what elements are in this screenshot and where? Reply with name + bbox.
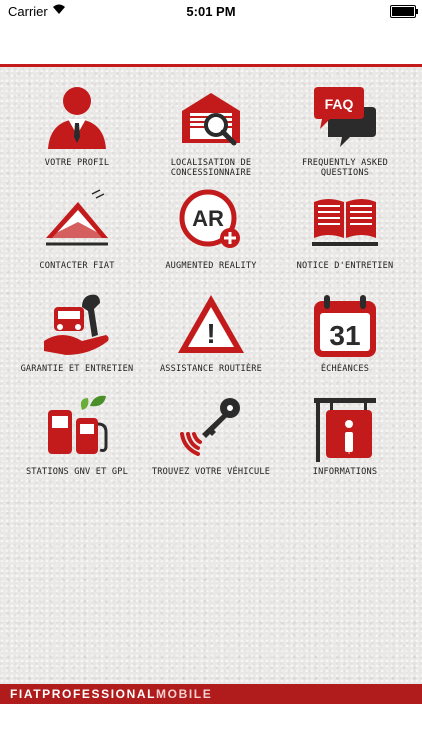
fuel-pump-icon bbox=[48, 395, 108, 454]
tile-faq[interactable]: FAQ FREQUENTLY ASKED QUESTIONS bbox=[276, 85, 414, 185]
tile-label: LOCALISATION DE CONCESSIONNAIRE bbox=[170, 158, 252, 178]
nav-bar bbox=[0, 22, 422, 64]
status-time: 5:01 PM bbox=[186, 4, 236, 19]
tile-echeances[interactable]: 31 ÉCHÉANCES bbox=[276, 291, 414, 391]
tile-label: CONTACTER FIAT bbox=[39, 261, 115, 271]
tile-label: STATIONS GNV ET GPL bbox=[25, 467, 129, 477]
tile-label: ÉCHÉANCES bbox=[320, 364, 370, 374]
faq-icon: FAQ bbox=[314, 87, 376, 147]
tile-label: FREQUENTLY ASKED QUESTIONS bbox=[302, 158, 388, 178]
info-sign-icon: i bbox=[314, 398, 376, 462]
tile-label: AUGMENTED REALITY bbox=[165, 261, 257, 271]
menu-grid: VOTRE PROFIL LOCALISATION DE CONCESSIONN… bbox=[0, 67, 422, 684]
brand-main: FIATPROFESSIONAL bbox=[10, 687, 157, 701]
tile-votre-profil[interactable]: VOTRE PROFIL bbox=[8, 85, 146, 185]
calendar-icon: 31 bbox=[314, 295, 376, 357]
manual-book-icon bbox=[312, 199, 378, 246]
tile-localisation-concessionnaire[interactable]: LOCALISATION DE CONCESSIONNAIRE bbox=[142, 85, 280, 185]
ar-icon-text: AR bbox=[192, 206, 224, 231]
tile-label: TROUVEZ VOTRE VÉHICULE bbox=[151, 467, 271, 477]
tile-augmented-reality[interactable]: AR AUGMENTED REALITY bbox=[142, 188, 280, 288]
tile-trouvez-vehicule[interactable]: TROUVEZ VOTRE VÉHICULE bbox=[142, 394, 280, 494]
tile-label: NOTICE D'ENTRETIEN bbox=[296, 261, 394, 271]
warning-icon-text: ! bbox=[206, 318, 215, 349]
tile-label: VOTRE PROFIL bbox=[44, 158, 110, 168]
ar-icon: AR bbox=[179, 189, 240, 248]
tile-contacter-fiat[interactable]: CONTACTER FIAT bbox=[8, 188, 146, 288]
tile-label: INFORMATIONS bbox=[312, 467, 378, 477]
dealer-locator-icon bbox=[182, 93, 240, 146]
tile-assistance-routiere[interactable]: ! ASSISTANCE ROUTIÈRE bbox=[142, 291, 280, 391]
tile-label: GARANTIE ET ENTRETIEN bbox=[20, 364, 134, 374]
tile-stations-gnv-gpl[interactable]: STATIONS GNV ET GPL bbox=[8, 394, 146, 494]
bottom-bar bbox=[0, 704, 422, 750]
tile-garantie-entretien[interactable]: GARANTIE ET ENTRETIEN bbox=[8, 291, 146, 391]
car-key-icon bbox=[180, 398, 240, 456]
brand-logo: FIATPROFESSIONALMOBILE bbox=[10, 687, 212, 701]
tile-notice-entretien[interactable]: NOTICE D'ENTRETIEN bbox=[276, 188, 414, 288]
profile-icon bbox=[48, 87, 106, 149]
envelope-icon bbox=[46, 189, 108, 246]
brand-suffix: MOBILE bbox=[156, 687, 213, 701]
warranty-icon bbox=[44, 294, 109, 355]
tile-label: ASSISTANCE ROUTIÈRE bbox=[159, 364, 263, 374]
status-bar: Carrier 5:01 PM bbox=[0, 0, 422, 22]
brand-footer: FIATPROFESSIONALMOBILE bbox=[0, 684, 422, 704]
faq-icon-text: FAQ bbox=[325, 96, 354, 112]
battery-icon bbox=[390, 5, 418, 18]
warning-triangle-icon: ! bbox=[178, 295, 244, 353]
calendar-icon-text: 31 bbox=[329, 320, 360, 351]
tile-informations[interactable]: i INFORMATIONS bbox=[276, 394, 414, 494]
